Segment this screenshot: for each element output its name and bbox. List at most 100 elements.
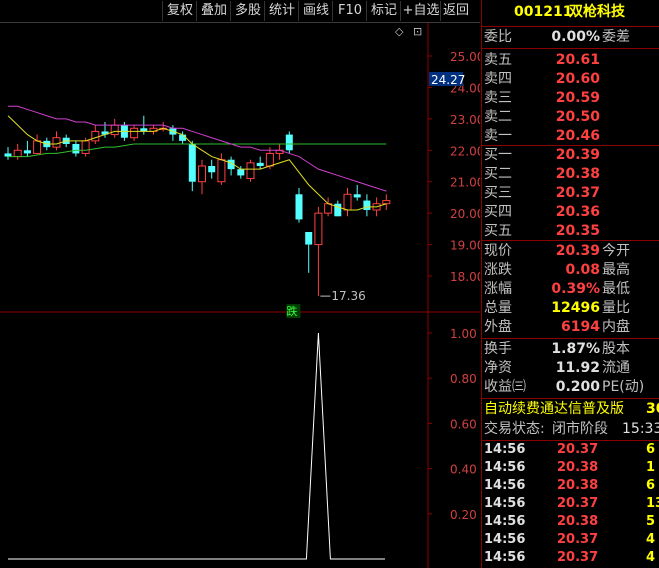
toolbar-button-2[interactable]: 多股 xyxy=(230,1,265,21)
trade-time: 14:56 xyxy=(484,496,526,511)
stat-label: 总量 xyxy=(484,300,512,316)
bid-label: 买五 xyxy=(484,223,512,239)
indicator-line xyxy=(8,332,385,560)
fund-row: 换手 1.87% 股本 xyxy=(482,340,659,359)
fund-label: 收益㈢ xyxy=(484,379,526,395)
collapse-icon: ⊡ xyxy=(413,25,422,38)
indicator-axis-label: 0.40 xyxy=(450,463,477,477)
trade-time: 14:56 xyxy=(484,442,526,457)
fund-value: 0.200 xyxy=(555,379,600,395)
candle-body xyxy=(314,212,323,246)
candle-body xyxy=(188,144,196,182)
price-axis-label: 22.00 xyxy=(450,144,480,158)
ma-yellow-line xyxy=(7,115,387,211)
bid-label: 买一 xyxy=(484,147,512,163)
toolbar-button-6[interactable]: 标记 xyxy=(366,1,401,21)
ask-label: 卖五 xyxy=(484,52,512,68)
fund-label-2: PE(动) xyxy=(602,379,645,395)
trade-time: 14:56 xyxy=(484,514,526,529)
fund-label: 换手 xyxy=(484,341,512,357)
candle-body xyxy=(324,203,333,214)
ask-price: 20.46 xyxy=(555,128,600,144)
trade-time: 14:56 xyxy=(484,478,526,493)
indicator-axis-label: 0.20 xyxy=(450,508,477,522)
toolbar-button-4[interactable]: 画线 xyxy=(298,1,333,21)
bid-price: 20.37 xyxy=(555,185,600,201)
ma-magenta-line xyxy=(8,105,387,192)
ratio-row: 委比 0.00% 委差 xyxy=(482,28,659,47)
status-row: 交易状态: 闭市阶段 15:33 xyxy=(482,420,659,439)
stat-value: 12496 xyxy=(551,300,600,316)
candle-body xyxy=(343,193,352,211)
candle-body xyxy=(265,152,274,167)
toolbar-button-5[interactable]: F10 xyxy=(332,1,367,21)
fund-label: 净资 xyxy=(484,360,512,376)
toolbar-button-7[interactable]: +自选 xyxy=(400,1,441,21)
stat-label: 涨跌 xyxy=(484,262,512,278)
candle-body xyxy=(237,169,245,176)
trade-time: 14:56 xyxy=(484,532,526,547)
bid-row: 买三 20.37 xyxy=(482,184,659,203)
ask-row: 卖四 20.60 xyxy=(482,70,659,89)
candle-body xyxy=(256,162,264,166)
candle-body xyxy=(13,149,22,158)
fund-value: 11.92 xyxy=(555,360,600,376)
toolbar-button-1[interactable]: 叠加 xyxy=(196,1,231,21)
bid-label: 买四 xyxy=(484,204,512,220)
bid-row: 买五 20.35 xyxy=(482,222,659,241)
ad-number: 30 xyxy=(646,401,659,417)
candle-body xyxy=(382,200,391,205)
ask-price: 20.50 xyxy=(555,109,600,125)
price-axis-label: 23.00 xyxy=(450,113,480,127)
trade-volume: 1 xyxy=(646,460,656,475)
bid-label: 买二 xyxy=(484,166,512,182)
candle-body xyxy=(72,144,80,154)
price-axis-label: 19.00 xyxy=(450,239,480,253)
toolbar-button-3[interactable]: 统计 xyxy=(264,1,299,21)
indicator-axis-label: 1.00 xyxy=(450,327,477,341)
bid-row: 买四 20.36 xyxy=(482,203,659,222)
bid-price: 20.35 xyxy=(555,223,600,239)
candle-body xyxy=(208,166,216,173)
toolbar-button-8[interactable]: 返回 xyxy=(440,1,471,21)
candle-body xyxy=(130,127,139,139)
stat-label: 外盘 xyxy=(484,319,512,335)
trade-volume: 13 xyxy=(646,496,659,511)
toolbar-button-0[interactable]: 复权 xyxy=(162,1,197,21)
ad-banner[interactable]: 自动续费通达信普及版 30 xyxy=(482,400,659,419)
trade-row: 14:56 20.38 1 xyxy=(482,459,659,477)
trade-row: 14:56 20.37 4 xyxy=(482,549,659,567)
stat-row: 涨跌 0.08 最高 xyxy=(482,261,659,280)
trade-volume: 6 xyxy=(646,478,656,493)
trade-price: 20.37 xyxy=(557,442,599,457)
stat-row: 外盘 6194 内盘 xyxy=(482,318,659,337)
trade-price: 20.37 xyxy=(557,496,599,511)
ask-price: 20.59 xyxy=(555,90,600,106)
drop-marker-label: 跌 xyxy=(286,304,297,318)
stock-name: 双枪科技 xyxy=(569,4,625,20)
trade-price: 20.38 xyxy=(557,514,599,529)
candle-body xyxy=(33,140,42,154)
candle-body xyxy=(353,194,361,198)
candle-body xyxy=(91,130,100,142)
candle-body xyxy=(295,194,303,220)
trade-row: 14:56 20.38 6 xyxy=(482,477,659,495)
stat-label-2: 最低 xyxy=(602,281,630,297)
trade-time: 14:56 xyxy=(484,460,526,475)
trade-price: 20.37 xyxy=(557,532,599,547)
trade-row: 14:56 20.37 6 xyxy=(482,441,659,459)
bid-label: 买三 xyxy=(484,185,512,201)
kline-chart-area[interactable]: 25.0024.0023.0022.0021.0020.0019.0018.00… xyxy=(0,23,480,568)
stat-value: 20.39 xyxy=(555,243,600,259)
ratio-value: 0.00% xyxy=(551,29,600,45)
ask-row: 卖三 20.59 xyxy=(482,89,659,108)
ad-text[interactable]: 自动续费通达信普及版 xyxy=(484,400,624,419)
stat-label: 涨幅 xyxy=(484,281,512,297)
kline-chart-svg[interactable]: 25.0024.0023.0022.0021.0020.0019.0018.00… xyxy=(0,23,480,568)
trade-price: 20.38 xyxy=(557,478,599,493)
ask-price: 20.61 xyxy=(555,52,600,68)
ask-label: 卖二 xyxy=(484,109,512,125)
bid-price: 20.39 xyxy=(555,147,600,163)
trade-row: 14:56 20.37 13 xyxy=(482,495,659,513)
divider xyxy=(482,398,659,399)
